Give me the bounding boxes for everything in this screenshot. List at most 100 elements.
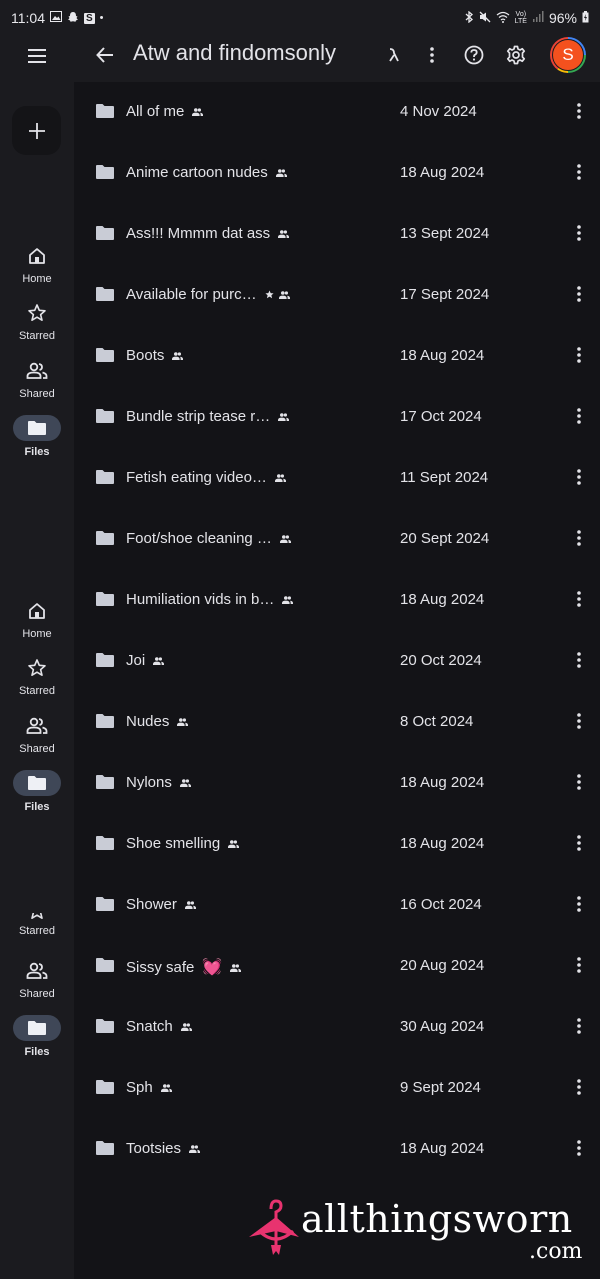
file-name: All of me — [126, 103, 185, 120]
more-vert-icon — [577, 651, 581, 673]
help-button[interactable] — [461, 42, 487, 68]
nav-item-home[interactable]: Home — [0, 599, 74, 640]
shared-people-icon — [278, 225, 290, 242]
folder-icon — [96, 653, 114, 672]
file-more-button[interactable] — [570, 346, 588, 368]
file-badges — [282, 591, 294, 608]
file-more-button[interactable] — [570, 468, 588, 490]
file-more-button[interactable] — [570, 712, 588, 734]
file-badges — [275, 164, 287, 181]
folder-icon — [96, 226, 114, 245]
file-name: Tootsies — [126, 1140, 182, 1157]
file-more-button[interactable] — [570, 834, 588, 856]
hanger-icon — [249, 1199, 299, 1255]
file-more-button[interactable] — [570, 224, 588, 246]
shared-people-icon — [278, 286, 290, 303]
file-row[interactable]: Nudes 8 Oct 2024 — [74, 692, 600, 753]
file-badges — [153, 652, 165, 669]
file-row[interactable]: Anime cartoon nudes 18 Aug 2024 — [74, 143, 600, 204]
file-name: Fetish eating video… — [126, 469, 267, 486]
nav-item-starred[interactable]: Starred — [0, 301, 74, 342]
more-options-button[interactable] — [419, 42, 445, 68]
nav-label: Files — [24, 801, 50, 813]
nav-item-files[interactable]: Files — [0, 1015, 74, 1058]
folder-icon — [96, 714, 114, 733]
watermark-text: allthingsworn — [301, 1197, 573, 1241]
file-more-button[interactable] — [570, 1078, 588, 1100]
shared-people-icon — [192, 103, 204, 120]
file-name: Bundle strip tease r… — [126, 408, 271, 425]
file-row[interactable]: Snatch 30 Aug 2024 — [74, 997, 600, 1058]
file-more-button[interactable] — [570, 590, 588, 612]
file-more-button[interactable] — [570, 1139, 588, 1161]
shared-people-icon — [160, 1079, 172, 1096]
file-date: 8 Oct 2024 — [400, 713, 474, 730]
nav-item-shared[interactable]: Shared — [0, 359, 74, 400]
file-row[interactable]: Bundle strip tease r… 17 Oct 2024 — [74, 387, 600, 448]
folder-icon — [96, 165, 114, 184]
more-vert-icon — [577, 285, 581, 307]
file-row[interactable]: Nylons 18 Aug 2024 — [74, 753, 600, 814]
file-row[interactable]: All of me 4 Nov 2024 — [74, 82, 600, 143]
star-icon — [27, 656, 47, 680]
signal-icon — [532, 11, 544, 25]
file-more-button[interactable] — [570, 773, 588, 795]
file-more-button[interactable] — [570, 529, 588, 551]
file-date: 16 Oct 2024 — [400, 896, 482, 913]
file-row[interactable]: Foot/shoe cleaning … 20 Sept 2024 — [74, 509, 600, 570]
nav-item-files[interactable]: Files — [0, 770, 74, 813]
file-more-button[interactable] — [570, 407, 588, 429]
nav-label: Shared — [19, 743, 55, 755]
more-vert-icon — [577, 346, 581, 368]
new-button[interactable] — [12, 106, 61, 155]
file-row[interactable]: Fetish eating video… 11 Sept 2024 — [74, 448, 600, 509]
folder-icon — [96, 775, 114, 794]
file-more-button[interactable] — [570, 956, 588, 978]
file-row[interactable]: Ass!!! Mmmm dat ass 13 Sept 2024 — [74, 204, 600, 265]
file-date: 18 Aug 2024 — [400, 1140, 485, 1157]
file-row[interactable]: Sissy safe 💓 20 Aug 2024 — [74, 936, 600, 997]
more-vert-icon — [577, 1078, 581, 1100]
more-vert-icon — [577, 407, 581, 429]
file-date: 4 Nov 2024 — [400, 103, 477, 120]
file-row[interactable]: Boots 18 Aug 2024 — [74, 326, 600, 387]
shared-people-icon — [180, 1018, 192, 1035]
file-row[interactable]: Available for purc… 17 Sept 2024 — [74, 265, 600, 326]
file-more-button[interactable] — [570, 895, 588, 917]
file-more-button[interactable] — [570, 1017, 588, 1039]
activity-button[interactable] — [381, 42, 407, 68]
file-more-button[interactable] — [570, 285, 588, 307]
file-row[interactable]: Sph 9 Sept 2024 — [74, 1058, 600, 1119]
file-row[interactable]: Shower 16 Oct 2024 — [74, 875, 600, 936]
more-vert-icon — [577, 1139, 581, 1161]
dot-icon: • — [99, 11, 104, 24]
file-date: 9 Sept 2024 — [400, 1079, 481, 1096]
file-more-button[interactable] — [570, 163, 588, 185]
home-icon — [28, 244, 46, 268]
nav-item-starred[interactable]: Starred — [0, 907, 74, 937]
nav-label: Shared — [19, 388, 55, 400]
file-name: Shoe smelling — [126, 835, 221, 852]
nav-item-home[interactable]: Home — [0, 244, 74, 285]
file-row[interactable]: Joi 20 Oct 2024 — [74, 631, 600, 692]
folder-icon — [96, 409, 114, 428]
account-avatar[interactable]: S — [550, 37, 586, 73]
file-badges — [184, 896, 196, 913]
settings-button[interactable] — [503, 42, 529, 68]
nav-item-shared[interactable]: Shared — [0, 714, 74, 755]
nav-item-starred[interactable]: Starred — [0, 656, 74, 697]
menu-button[interactable] — [22, 44, 52, 68]
file-date: 17 Sept 2024 — [400, 286, 490, 303]
file-more-button[interactable] — [570, 102, 588, 124]
back-button[interactable] — [92, 42, 118, 68]
more-vert-icon — [577, 102, 581, 124]
file-more-button[interactable] — [570, 651, 588, 673]
file-row[interactable]: Shoe smelling 18 Aug 2024 — [74, 814, 600, 875]
nav-item-shared[interactable]: Shared — [0, 959, 74, 1000]
shared-people-icon — [230, 959, 242, 976]
file-row[interactable]: Humiliation vids in b… 18 Aug 2024 — [74, 570, 600, 631]
file-row[interactable]: Tootsies 18 Aug 2024 — [74, 1119, 600, 1180]
nav-item-files[interactable]: Files — [0, 415, 74, 458]
file-date: 18 Aug 2024 — [400, 591, 485, 608]
more-vert-icon — [577, 956, 581, 978]
